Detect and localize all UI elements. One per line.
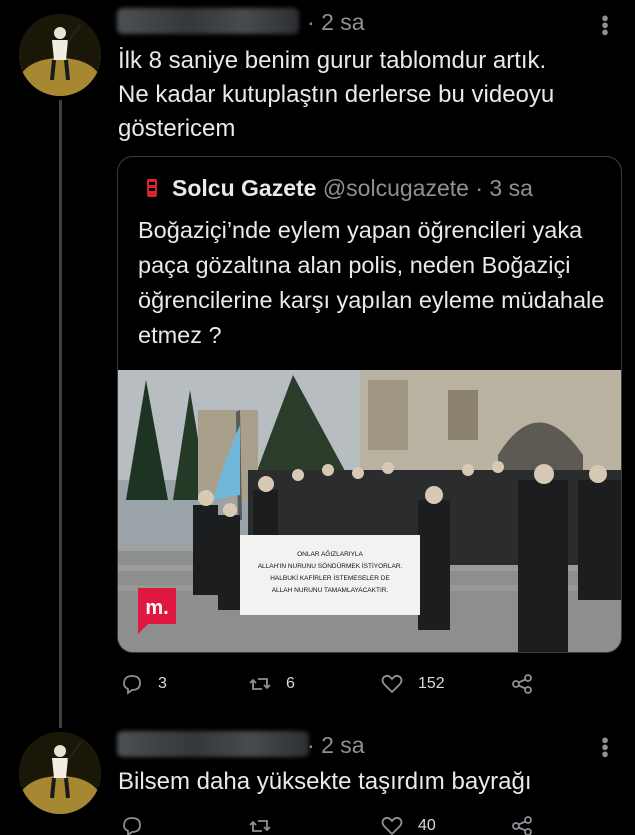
share-button[interactable]: [510, 814, 534, 835]
tweet-text: İlk 8 saniye benim gurur tablomdur artık…: [118, 47, 555, 142]
avatar-image: [19, 732, 101, 814]
like-icon: [381, 816, 403, 835]
like-icon: [381, 674, 403, 694]
banner-line: HALBUKİ KAFİRLER İSTEMESELER DE: [270, 573, 390, 582]
reply-count: 3: [158, 675, 167, 692]
share-button[interactable]: [510, 672, 534, 696]
quoted-timestamp-text: 3 sa: [489, 175, 533, 201]
author-name-redacted[interactable]: [117, 8, 299, 34]
banner-line: ALLAH'IN NURUNU SÖNDÜRMEK İSTİYORLAR.: [258, 561, 403, 570]
thread-connector-line: [59, 100, 62, 728]
media-watermark: m.: [145, 597, 168, 619]
banner-line: ONLAR AĞIZLARIYLA: [297, 549, 363, 558]
retweet-button[interactable]: 6: [248, 672, 295, 696]
like-count: 152: [418, 675, 445, 692]
retweet-count: 6: [286, 675, 295, 692]
timestamp-text: 2 sa: [321, 732, 365, 758]
timestamp-text: 2 sa: [321, 9, 365, 35]
reply-icon: [123, 817, 141, 835]
quoted-tweet-header: Solcu Gazete @solcugazete · 3 sa: [144, 175, 533, 202]
share-icon: [512, 674, 532, 694]
banner-line: ALLAH NURUNU TAMAMLAYACAKTIR.: [272, 587, 389, 594]
tweet-timestamp[interactable]: · 2 sa: [307, 732, 365, 759]
solcu-gazete-logo-icon: [147, 179, 157, 197]
more-options-icon[interactable]: ● ● ●: [598, 733, 612, 760]
avatar-image: [19, 14, 101, 96]
quoted-author-handle: @solcugazete: [322, 175, 469, 201]
reply-icon: [123, 675, 141, 695]
protest-photo: ONLAR AĞIZLARIYLA ALLAH'IN NURUNU SÖNDÜR…: [118, 370, 621, 652]
tweet-text: Bilsem daha yüksekte taşırdım bayrağı: [118, 768, 532, 795]
quoted-author-name: Solcu Gazete: [172, 175, 317, 201]
tweet-timestamp[interactable]: · 2 sa: [307, 9, 365, 36]
like-button[interactable]: 152: [380, 672, 445, 696]
like-button[interactable]: 40: [380, 814, 436, 835]
quoted-tweet[interactable]: Solcu Gazete @solcugazete · 3 sa Boğaziç…: [117, 156, 622, 653]
quoted-timestamp: · 3 sa: [475, 175, 533, 201]
author-name-redacted[interactable]: [117, 731, 309, 757]
reply-button[interactable]: 3: [120, 672, 167, 696]
share-icon: [512, 816, 532, 835]
like-count: 40: [418, 817, 436, 834]
retweet-button[interactable]: [248, 814, 272, 835]
more-options-icon[interactable]: ● ● ●: [598, 11, 612, 38]
retweet-icon: [249, 820, 271, 832]
reply-button[interactable]: [120, 814, 144, 835]
avatar[interactable]: [19, 732, 101, 814]
retweet-icon: [249, 678, 271, 690]
quoted-tweet-media[interactable]: ONLAR AĞIZLARIYLA ALLAH'IN NURUNU SÖNDÜR…: [118, 370, 621, 652]
quoted-tweet-text: Boğaziçi’nde eylem yapan öğrencileri yak…: [138, 217, 605, 348]
avatar[interactable]: [19, 14, 101, 96]
